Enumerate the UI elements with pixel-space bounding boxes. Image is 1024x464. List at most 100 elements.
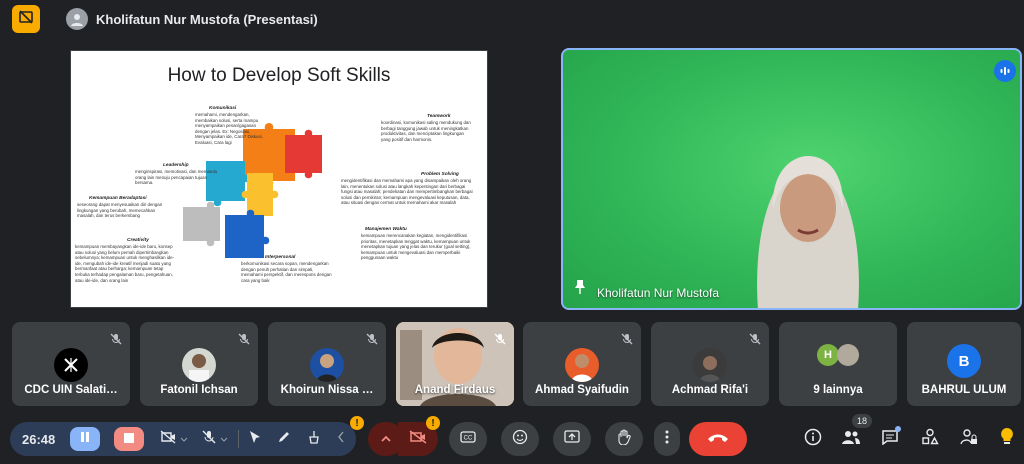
participant-tile[interactable]: Fatonil Ichsan: [140, 322, 258, 406]
avatar: [565, 348, 599, 382]
meeting-timer: 26:48: [22, 431, 56, 447]
participant-count-badge: 18: [852, 414, 872, 428]
end-call-button[interactable]: [689, 422, 747, 456]
label-adaptasi: Kemampuan Beradaptasi: [89, 196, 147, 201]
text-teamwork: koordinasi, komunikasi saling mendukung …: [381, 120, 471, 142]
pointer-icon[interactable]: [249, 430, 261, 449]
activities-button[interactable]: [917, 426, 943, 452]
chevron-down-icon[interactable]: [220, 430, 228, 448]
puzzle-piece-blue: [225, 209, 270, 258]
chevron-down-icon[interactable]: [180, 430, 188, 448]
captions-icon: CC: [460, 430, 476, 448]
mic-off-icon: [621, 332, 633, 350]
warning-icon: !: [350, 416, 364, 430]
mic-off-icon: [749, 332, 761, 350]
avatar: [54, 348, 88, 382]
presenter-title: Kholifatun Nur Mustofa (Presentasi): [96, 11, 318, 27]
mic-off-icon: [238, 332, 250, 350]
avatar: [837, 344, 859, 366]
speaker-name: Kholifatun Nur Mustofa: [597, 286, 720, 300]
participant-tile-overflow[interactable]: H 9 lainnya: [779, 322, 897, 406]
notification-dot: [895, 426, 901, 432]
host-controls-button[interactable]: [956, 426, 982, 452]
speaker-figure: [757, 156, 859, 308]
participant-name: CDC UIN Salati…: [24, 384, 118, 396]
more-options-button[interactable]: [654, 422, 680, 456]
more-vert-icon: [665, 430, 669, 449]
people-button[interactable]: [838, 426, 864, 452]
raise-hand-button[interactable]: [605, 422, 643, 456]
present-button[interactable]: [553, 422, 591, 456]
hand-icon: [617, 428, 631, 450]
avatar: [693, 348, 727, 382]
companion-button[interactable]: [994, 426, 1020, 452]
text-creativity: kemampuan membayangkan ide-ide baru, kon…: [75, 244, 175, 283]
activities-icon: [921, 428, 939, 451]
pause-button[interactable]: [70, 427, 100, 451]
captions-button[interactable]: CC: [449, 422, 487, 456]
avatar: [182, 348, 216, 382]
text-interpersonal: berkomunikasi secara sopan, mendengarkan…: [241, 261, 332, 283]
text-manajemen-waktu: kemampuan merencanakan kegiatan, mengide…: [361, 233, 471, 261]
reactions-button[interactable]: [501, 422, 539, 456]
text-problem-solving: mengidentifikasi dan memahami apa yang d…: [341, 178, 473, 206]
mic-off-icon: [494, 332, 506, 350]
phone-hangup-icon: [707, 430, 729, 448]
emoji-icon: [512, 429, 528, 450]
participant-tile[interactable]: CDC UIN Salati…: [12, 322, 130, 406]
participant-name: Ahmad Syaifudin: [535, 384, 629, 396]
camera-off-icon[interactable]: [160, 429, 176, 449]
stop-icon: [124, 430, 134, 448]
text-leadership: menginspirasi, memotivasi, dan memandu o…: [135, 169, 218, 186]
participant-tile[interactable]: Achmad Rifa'i: [651, 322, 769, 406]
avatar: [310, 348, 344, 382]
participant-tile[interactable]: Khoirun Nissa …: [268, 322, 386, 406]
stop-presenting-icon: [18, 9, 34, 30]
eraser-icon[interactable]: [307, 430, 321, 449]
presenter-avatar: [66, 8, 88, 30]
participant-tile[interactable]: Anand Firdaus: [396, 322, 514, 406]
chevron-up-icon: [381, 430, 391, 448]
label-teamwork: Teamwork: [427, 114, 451, 119]
avatar: B: [947, 344, 981, 378]
label-problem-solving: Problem Solving: [421, 172, 459, 177]
pen-icon[interactable]: [277, 430, 291, 449]
pin-icon[interactable]: [573, 279, 587, 300]
participant-name: Achmad Rifa'i: [671, 384, 749, 396]
label-interpersonal: Interpersonal: [265, 255, 296, 260]
speaker-tile[interactable]: Kholifatun Nur Mustofa: [561, 48, 1022, 310]
camera-off-icon: [409, 429, 427, 449]
present-screen-icon: [564, 429, 580, 449]
label-komunikasi: Komunikasi: [209, 106, 237, 111]
participant-name: 9 lainnya: [813, 384, 863, 396]
divider: [238, 430, 239, 448]
participant-tile[interactable]: B BAHRUL ULUM: [907, 322, 1021, 406]
meeting-header: Kholifatun Nur Mustofa (Presentasi): [0, 0, 1024, 38]
participant-name: Khoirun Nissa …: [280, 384, 374, 396]
mic-off-icon: [110, 332, 122, 350]
warning-icon: !: [426, 416, 440, 430]
text-adaptasi: seseorang dapat menyesuaikan diri dengan…: [77, 202, 163, 219]
mic-off-icon[interactable]: [202, 430, 216, 449]
label-manajemen-waktu: Manajemen Waktu: [365, 227, 407, 232]
stop-button[interactable]: [114, 427, 144, 451]
participant-name: Fatonil Ichsan: [160, 384, 238, 396]
svg-text:CC: CC: [464, 436, 473, 442]
chat-button[interactable]: [877, 426, 903, 452]
participant-tile[interactable]: Ahmad Syaifudin: [523, 322, 641, 406]
shared-slide: How to Develop Soft Skills Komunikasi me…: [70, 50, 488, 308]
speaking-indicator: [994, 60, 1016, 82]
puzzle-piece-gray: [183, 201, 220, 247]
people-icon: [841, 429, 861, 450]
slide-title: How to Develop Soft Skills: [167, 65, 391, 86]
participant-name: BAHRUL ULUM: [921, 384, 1007, 396]
recording-controls: 26:48: [10, 422, 356, 456]
participant-name: Anand Firdaus: [414, 384, 496, 396]
mic-off-icon: [366, 332, 378, 350]
label-creativity: Creativity: [127, 238, 149, 243]
presentation-badge[interactable]: [12, 5, 40, 33]
lock-person-icon: [960, 428, 978, 451]
presenter-info: Kholifatun Nur Mustofa (Presentasi): [66, 8, 318, 30]
chevron-left-icon[interactable]: [337, 430, 345, 448]
meeting-info-button[interactable]: [800, 426, 826, 452]
